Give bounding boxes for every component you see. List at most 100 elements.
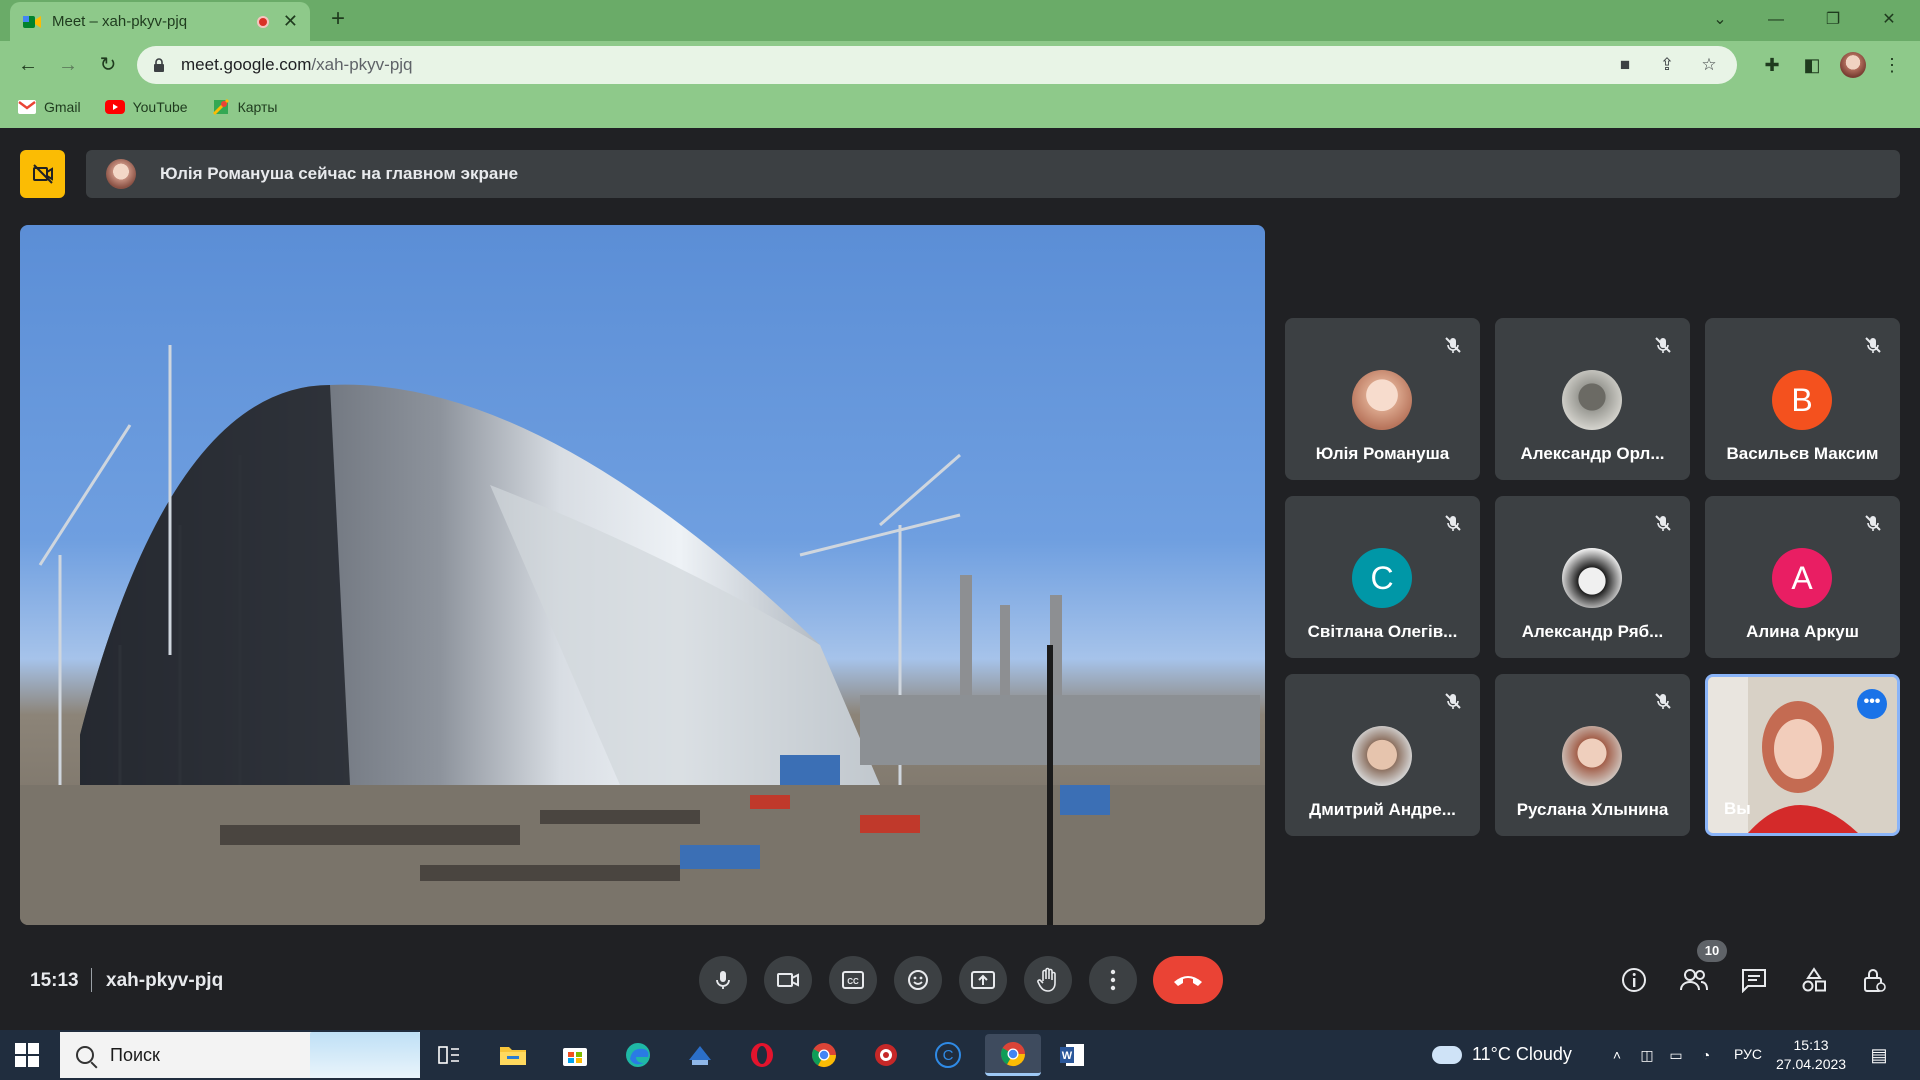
bookmark-maps[interactable]: Карты (212, 98, 278, 116)
muted-mic-icon (1860, 510, 1886, 536)
participant-tile[interactable]: Александр Орл... (1495, 318, 1690, 480)
muted-mic-icon (1440, 510, 1466, 536)
captions-button[interactable]: CC (829, 956, 877, 1004)
muted-mic-icon (1650, 510, 1676, 536)
close-tab-icon[interactable]: ✕ (283, 11, 298, 32)
participant-tile[interactable]: В Васильєв Максим (1705, 318, 1900, 480)
restore-button[interactable]: ❐ (1810, 4, 1856, 36)
chrome-icon[interactable] (807, 1038, 841, 1072)
emoji-button[interactable] (894, 956, 942, 1004)
taskbar-clock[interactable]: 15:13 27.04.2023 (1776, 1036, 1846, 1074)
word-icon[interactable]: W (1055, 1038, 1089, 1072)
wifi-icon[interactable]: ◔ (1697, 1046, 1715, 1064)
extensions-icon[interactable]: ✚ (1760, 53, 1784, 77)
muted-mic-icon (1440, 688, 1466, 714)
presenter-avatar (106, 159, 136, 189)
edge-browser-icon[interactable] (621, 1038, 655, 1072)
notifications-icon[interactable]: ▤ (1870, 1046, 1888, 1064)
muted-mic-icon (1650, 688, 1676, 714)
pinned-camera-off-button[interactable] (20, 150, 65, 198)
chat-button[interactable] (1738, 964, 1770, 996)
side-panel-icon[interactable]: ◧ (1800, 53, 1824, 77)
participant-tile[interactable]: Александр Ряб... (1495, 496, 1690, 658)
opera-icon[interactable] (745, 1038, 779, 1072)
end-call-button[interactable] (1153, 956, 1223, 1004)
app-icon[interactable] (683, 1038, 717, 1072)
participant-tile[interactable]: Дмитрий Андре... (1285, 674, 1480, 836)
more-options-icon[interactable]: ••• (1857, 689, 1887, 719)
participant-name: Дмитрий Андре... (1309, 800, 1456, 819)
meeting-clock: 15:13 (30, 970, 79, 991)
weather-widget[interactable]: 11°C Cloudy (1432, 1044, 1572, 1065)
bookmark-label: YouTube (132, 99, 188, 115)
participant-name: Александр Ряб... (1521, 622, 1664, 641)
more-options-icon (1110, 969, 1116, 991)
participant-tile[interactable]: С Світлана Олегів... (1285, 496, 1480, 658)
search-icon (76, 1046, 94, 1064)
maps-icon (212, 98, 229, 116)
browser-menu-icon[interactable]: ⋮ (1880, 53, 1904, 77)
meeting-info-button[interactable] (1618, 964, 1650, 996)
taskbar-search[interactable]: Поиск (60, 1032, 420, 1078)
participant-initial: А (1772, 548, 1832, 608)
activities-button[interactable] (1798, 964, 1830, 996)
new-tab-button[interactable]: + (325, 6, 351, 32)
address-bar[interactable]: meet.google.com/xah-pkyv-pjq ■ ⇪ ☆ (137, 46, 1737, 84)
task-view-icon[interactable] (432, 1038, 466, 1072)
share-icon[interactable]: ⇪ (1657, 55, 1677, 75)
bookmark-star-icon[interactable]: ☆ (1699, 55, 1719, 75)
search-placeholder: Поиск (110, 1044, 160, 1065)
profile-avatar[interactable] (1840, 52, 1866, 78)
participant-tile[interactable]: А Алина Аркуш (1705, 496, 1900, 658)
captions-icon: CC (842, 971, 864, 989)
participant-tile[interactable]: Юлія Романуша (1285, 318, 1480, 480)
mic-button[interactable] (699, 956, 747, 1004)
battery-icon[interactable]: ▭ (1667, 1046, 1685, 1064)
cloud-icon (1432, 1045, 1462, 1064)
windows-start-icon[interactable] (14, 1042, 40, 1068)
app-icon[interactable] (869, 1038, 903, 1072)
weather-text: 11°C Cloudy (1472, 1044, 1572, 1064)
forward-button[interactable]: → (54, 51, 82, 79)
meet-favicon-icon (23, 15, 41, 28)
participant-tile[interactable]: Руслана Хлынина (1495, 674, 1690, 836)
bookmark-label: Карты (237, 99, 278, 115)
construction-site-image (20, 345, 1265, 925)
chat-icon (1742, 969, 1766, 993)
file-explorer-icon[interactable] (496, 1038, 530, 1072)
svg-text:W: W (1062, 1050, 1073, 1062)
camera-icon (777, 973, 799, 987)
tab-meet[interactable]: Meet – xah-pkyv-pjq ✕ (10, 2, 310, 41)
participant-name: Світлана Олегів... (1307, 622, 1458, 641)
muted-mic-icon (1440, 332, 1466, 358)
meet-now-icon[interactable]: ◫ (1638, 1046, 1656, 1064)
url-host: meet.google.com (181, 55, 312, 74)
url-path: /xah-pkyv-pjq (311, 55, 413, 74)
search-highlight-image (310, 1032, 420, 1078)
tab-search-icon[interactable]: ⌄ (1697, 4, 1743, 36)
muted-mic-icon (1860, 332, 1886, 358)
raise-hand-button[interactable] (1024, 956, 1072, 1004)
app-icon[interactable]: C (931, 1038, 965, 1072)
reload-button[interactable]: ↻ (94, 51, 122, 79)
meeting-code: xah-pkyv-pjq (106, 970, 224, 991)
bookmark-gmail[interactable]: Gmail (18, 99, 81, 115)
participant-name: Вы (1724, 799, 1751, 818)
present-button[interactable] (959, 956, 1007, 1004)
main-video[interactable] (20, 225, 1265, 925)
back-button[interactable]: ← (14, 51, 42, 79)
chevron-up-icon[interactable]: ˄ (1608, 1046, 1626, 1064)
chrome-meet-active-icon[interactable] (985, 1034, 1041, 1076)
camera-in-use-icon[interactable]: ■ (1615, 55, 1635, 75)
self-view-tile[interactable]: ••• Вы (1705, 674, 1900, 836)
language-indicator[interactable]: РУС (1734, 1046, 1762, 1062)
microsoft-store-icon[interactable] (558, 1038, 592, 1072)
host-controls-button[interactable] (1858, 964, 1890, 996)
people-button[interactable] (1678, 964, 1710, 996)
minimize-button[interactable]: — (1753, 4, 1799, 36)
camera-button[interactable] (764, 956, 812, 1004)
more-options-button[interactable] (1089, 956, 1137, 1004)
close-window-button[interactable]: ✕ (1866, 4, 1912, 36)
tab-title: Meet – xah-pkyv-pjq (52, 13, 188, 30)
bookmark-youtube[interactable]: YouTube (104, 99, 188, 115)
